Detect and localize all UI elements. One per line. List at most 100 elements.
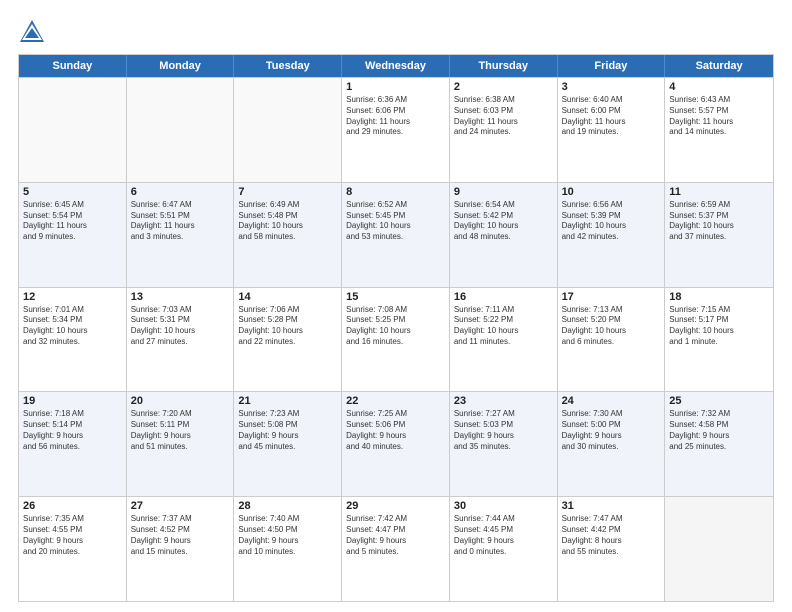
week-row-4: 19Sunrise: 7:18 AM Sunset: 5:14 PM Dayli…	[19, 391, 773, 496]
day-cell-29: 29 Sunrise: 7:42 AM Sunset: 4:47 PM Dayli…	[342, 497, 450, 601]
day-cell-15: 15Sunrise: 7:08 AM Sunset: 5:25 PM Dayli…	[342, 288, 450, 392]
day-header-tuesday: Tuesday	[234, 55, 342, 77]
day-cell-14: 14 Sunrise: 7:06 AM Sunset: 5:28 PM Dayli…	[234, 288, 342, 392]
day-number: 18	[669, 291, 769, 303]
day-cell-21: 21 Sunrise: 7:23 AM Sunset: 5:08 PM Dayli…	[234, 392, 342, 496]
day-number: 10	[562, 186, 661, 198]
day-number: 31	[562, 500, 661, 512]
day-info: Sunrise: 6:43 AM Sunset: 5:57 PM Dayligh…	[669, 95, 769, 138]
day-info: Sunrise: 7:42 AM Sunset: 4:47 PM Dayligh…	[346, 514, 445, 557]
day-info: Sunrise: 6:36 AM Sunset: 6:06 PM Dayligh…	[346, 95, 445, 138]
day-cell-20: 20 Sunrise: 7:20 AM Sunset: 5:11 PM Dayli…	[127, 392, 235, 496]
day-header-wednesday: Wednesday	[342, 55, 450, 77]
day-header-friday: Friday	[558, 55, 666, 77]
day-info: Sunrise: 7:18 AM Sunset: 5:14 PM Dayligh…	[23, 409, 122, 452]
day-number: 11	[669, 186, 769, 198]
day-number: 14	[238, 291, 337, 303]
day-cell-27: 27 Sunrise: 7:37 AM Sunset: 4:52 PM Dayli…	[127, 497, 235, 601]
day-cell-16: 16Sunrise: 7:11 AM Sunset: 5:22 PM Dayli…	[450, 288, 558, 392]
day-info: Sunrise: 6:54 AM Sunset: 5:42 PM Dayligh…	[454, 200, 553, 243]
day-info: Sunrise: 7:44 AM Sunset: 4:45 PM Dayligh…	[454, 514, 553, 557]
day-info: Sunrise: 7:47 AM Sunset: 4:42 PM Dayligh…	[562, 514, 661, 557]
day-header-sunday: Sunday	[19, 55, 127, 77]
day-number: 29	[346, 500, 445, 512]
day-cell-6: 6 Sunrise: 6:47 AM Sunset: 5:51 PM Daylig…	[127, 183, 235, 287]
day-header-monday: Monday	[127, 55, 235, 77]
day-cell-8: 8 Sunrise: 6:52 AM Sunset: 5:45 PM Daylig…	[342, 183, 450, 287]
day-number: 26	[23, 500, 122, 512]
day-number: 16	[454, 291, 553, 303]
logo-icon	[18, 18, 46, 46]
day-number: 22	[346, 395, 445, 407]
empty-cell-w0c0	[19, 78, 127, 182]
day-number: 25	[669, 395, 769, 407]
day-info: Sunrise: 6:52 AM Sunset: 5:45 PM Dayligh…	[346, 200, 445, 243]
day-cell-4: 4 Sunrise: 6:43 AM Sunset: 5:57 PM Daylig…	[665, 78, 773, 182]
empty-cell-w4c6	[665, 497, 773, 601]
day-cell-31: 31 Sunrise: 7:47 AM Sunset: 4:42 PM Dayli…	[558, 497, 666, 601]
day-number: 24	[562, 395, 661, 407]
day-cell-25: 25 Sunrise: 7:32 AM Sunset: 4:58 PM Dayli…	[665, 392, 773, 496]
day-header-saturday: Saturday	[665, 55, 773, 77]
day-info: Sunrise: 7:35 AM Sunset: 4:55 PM Dayligh…	[23, 514, 122, 557]
page: SundayMondayTuesdayWednesdayThursdayFrid…	[0, 0, 792, 612]
day-info: Sunrise: 6:56 AM Sunset: 5:39 PM Dayligh…	[562, 200, 661, 243]
day-cell-26: 26 Sunrise: 7:35 AM Sunset: 4:55 PM Dayli…	[19, 497, 127, 601]
empty-cell-w0c2	[234, 78, 342, 182]
day-info: Sunrise: 7:03 AM Sunset: 5:31 PM Dayligh…	[131, 305, 230, 348]
day-cell-17: 17 Sunrise: 7:13 AM Sunset: 5:20 PM Dayli…	[558, 288, 666, 392]
day-cell-2: 2Sunrise: 6:38 AM Sunset: 6:03 PM Daylig…	[450, 78, 558, 182]
week-row-3: 12 Sunrise: 7:01 AM Sunset: 5:34 PM Dayli…	[19, 287, 773, 392]
day-number: 12	[23, 291, 122, 303]
day-number: 21	[238, 395, 337, 407]
day-info: Sunrise: 6:38 AM Sunset: 6:03 PM Dayligh…	[454, 95, 553, 138]
week-row-5: 26 Sunrise: 7:35 AM Sunset: 4:55 PM Dayli…	[19, 496, 773, 601]
header	[18, 18, 774, 46]
day-number: 1	[346, 81, 445, 93]
day-cell-19: 19Sunrise: 7:18 AM Sunset: 5:14 PM Dayli…	[19, 392, 127, 496]
week-row-2: 5 Sunrise: 6:45 AM Sunset: 5:54 PM Daylig…	[19, 182, 773, 287]
logo	[18, 18, 50, 46]
day-cell-18: 18Sunrise: 7:15 AM Sunset: 5:17 PM Dayli…	[665, 288, 773, 392]
day-number: 20	[131, 395, 230, 407]
calendar-header: SundayMondayTuesdayWednesdayThursdayFrid…	[19, 55, 773, 77]
day-number: 4	[669, 81, 769, 93]
day-info: Sunrise: 6:49 AM Sunset: 5:48 PM Dayligh…	[238, 200, 337, 243]
day-info: Sunrise: 7:37 AM Sunset: 4:52 PM Dayligh…	[131, 514, 230, 557]
day-info: Sunrise: 7:13 AM Sunset: 5:20 PM Dayligh…	[562, 305, 661, 348]
day-cell-28: 28Sunrise: 7:40 AM Sunset: 4:50 PM Dayli…	[234, 497, 342, 601]
calendar-body: 1 Sunrise: 6:36 AM Sunset: 6:06 PM Daylig…	[19, 77, 773, 601]
day-info: Sunrise: 6:40 AM Sunset: 6:00 PM Dayligh…	[562, 95, 661, 138]
day-cell-13: 13 Sunrise: 7:03 AM Sunset: 5:31 PM Dayli…	[127, 288, 235, 392]
day-info: Sunrise: 7:20 AM Sunset: 5:11 PM Dayligh…	[131, 409, 230, 452]
day-cell-24: 24Sunrise: 7:30 AM Sunset: 5:00 PM Dayli…	[558, 392, 666, 496]
day-number: 30	[454, 500, 553, 512]
day-cell-9: 9Sunrise: 6:54 AM Sunset: 5:42 PM Daylig…	[450, 183, 558, 287]
day-number: 7	[238, 186, 337, 198]
day-number: 27	[131, 500, 230, 512]
day-cell-30: 30 Sunrise: 7:44 AM Sunset: 4:45 PM Dayli…	[450, 497, 558, 601]
day-info: Sunrise: 7:23 AM Sunset: 5:08 PM Dayligh…	[238, 409, 337, 452]
day-cell-7: 7 Sunrise: 6:49 AM Sunset: 5:48 PM Daylig…	[234, 183, 342, 287]
day-number: 15	[346, 291, 445, 303]
day-info: Sunrise: 7:06 AM Sunset: 5:28 PM Dayligh…	[238, 305, 337, 348]
day-cell-12: 12 Sunrise: 7:01 AM Sunset: 5:34 PM Dayli…	[19, 288, 127, 392]
day-cell-1: 1 Sunrise: 6:36 AM Sunset: 6:06 PM Daylig…	[342, 78, 450, 182]
day-number: 5	[23, 186, 122, 198]
day-info: Sunrise: 6:47 AM Sunset: 5:51 PM Dayligh…	[131, 200, 230, 243]
day-cell-22: 22 Sunrise: 7:25 AM Sunset: 5:06 PM Dayli…	[342, 392, 450, 496]
day-info: Sunrise: 7:32 AM Sunset: 4:58 PM Dayligh…	[669, 409, 769, 452]
day-number: 13	[131, 291, 230, 303]
day-cell-5: 5 Sunrise: 6:45 AM Sunset: 5:54 PM Daylig…	[19, 183, 127, 287]
week-row-1: 1 Sunrise: 6:36 AM Sunset: 6:06 PM Daylig…	[19, 77, 773, 182]
day-info: Sunrise: 7:01 AM Sunset: 5:34 PM Dayligh…	[23, 305, 122, 348]
day-number: 8	[346, 186, 445, 198]
day-number: 6	[131, 186, 230, 198]
day-info: Sunrise: 7:25 AM Sunset: 5:06 PM Dayligh…	[346, 409, 445, 452]
day-header-thursday: Thursday	[450, 55, 558, 77]
day-cell-3: 3Sunrise: 6:40 AM Sunset: 6:00 PM Daylig…	[558, 78, 666, 182]
day-info: Sunrise: 6:59 AM Sunset: 5:37 PM Dayligh…	[669, 200, 769, 243]
day-info: Sunrise: 6:45 AM Sunset: 5:54 PM Dayligh…	[23, 200, 122, 243]
day-info: Sunrise: 7:27 AM Sunset: 5:03 PM Dayligh…	[454, 409, 553, 452]
day-number: 17	[562, 291, 661, 303]
